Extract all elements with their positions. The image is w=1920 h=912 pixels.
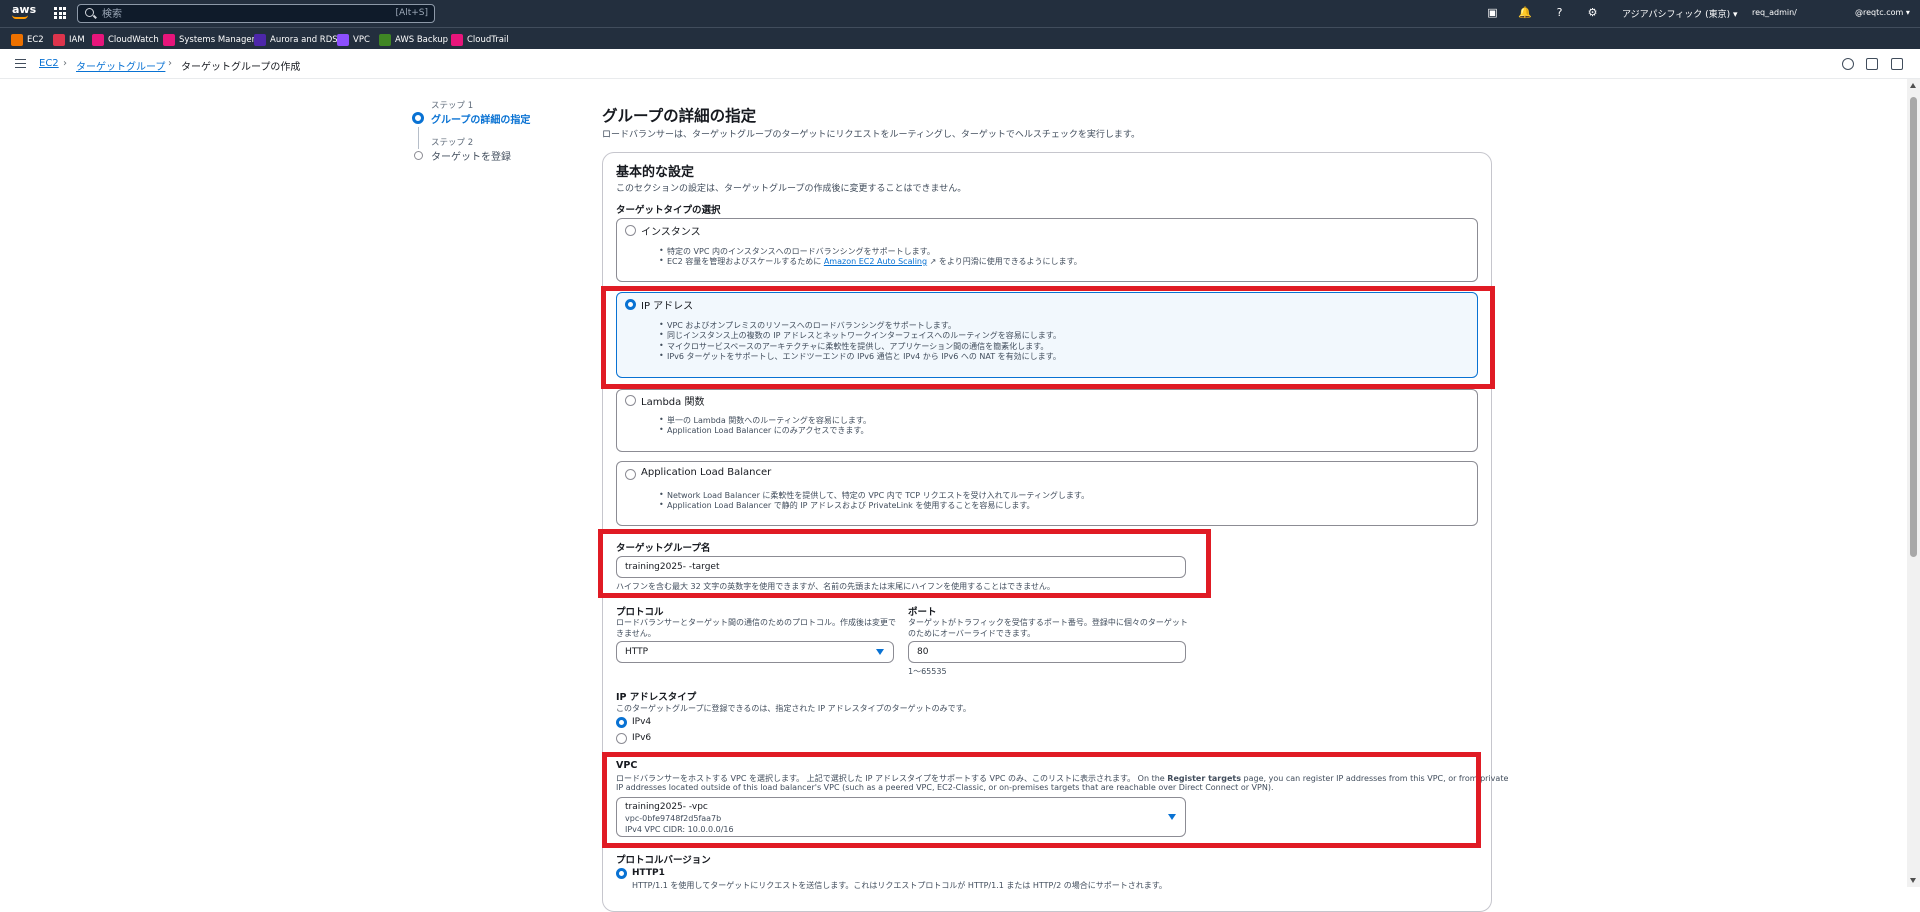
radio-ipv4[interactable] bbox=[616, 717, 627, 728]
protocol-version-label: プロトコルバージョン bbox=[616, 855, 711, 866]
favorite-aurora-rds[interactable]: Aurora and RDS bbox=[254, 33, 338, 46]
instances-title: インスタンス bbox=[641, 227, 701, 238]
page-description: ロードバランサーは、ターゲットグループのターゲットにリクエストをルーティングし、… bbox=[602, 130, 1141, 140]
favorite-cloudtrail[interactable]: CloudTrail bbox=[451, 33, 509, 46]
target-type-label: ターゲットタイプの選択 bbox=[616, 205, 721, 216]
scrollbar-thumb[interactable] bbox=[1910, 97, 1917, 557]
chevron-right-icon: › bbox=[168, 58, 172, 69]
radio-http1[interactable] bbox=[616, 868, 627, 879]
notifications-icon[interactable]: 🔔 bbox=[1518, 6, 1532, 19]
lambda-bullet: Application Load Balancer にのみアクセスできます。 bbox=[659, 425, 868, 436]
region-selector[interactable]: アジアパシフィック (東京) ▾ bbox=[1622, 7, 1738, 20]
systems-manager-icon bbox=[163, 33, 175, 46]
search-shortcut: [Alt+S] bbox=[395, 8, 428, 18]
auto-scaling-link[interactable]: Amazon EC2 Auto Scaling bbox=[824, 257, 927, 266]
menu-icon[interactable] bbox=[15, 59, 26, 68]
breadcrumb-current: ターゲットグループの作成 bbox=[181, 62, 301, 73]
chevron-down-icon[interactable] bbox=[876, 649, 884, 655]
step-1-title[interactable]: グループの詳細の指定 bbox=[431, 111, 530, 126]
alb-bullet: Application Load Balancer で静的 IP アドレスおよび… bbox=[659, 500, 1035, 511]
radio-instances[interactable] bbox=[625, 225, 636, 236]
protocol-label: プロトコル bbox=[616, 607, 664, 618]
scroll-up-icon[interactable] bbox=[1910, 83, 1916, 88]
protocol-select[interactable]: HTTP bbox=[616, 641, 894, 663]
rds-icon bbox=[254, 33, 266, 46]
port-input[interactable]: 80 bbox=[908, 641, 1186, 663]
favorite-vpc[interactable]: VPC bbox=[337, 33, 370, 46]
services-menu-icon[interactable] bbox=[54, 7, 66, 19]
cloudshell-icon[interactable]: ▣ bbox=[1486, 6, 1499, 19]
ec2-icon bbox=[11, 33, 23, 46]
favorite-ec2[interactable]: EC2 bbox=[11, 33, 44, 46]
instances-bullet: EC2 容量を管理およびスケールするために Amazon EC2 Auto Sc… bbox=[659, 256, 1082, 267]
protocol-description: ロードバランサーとターゲット間の通信のためのプロトコル。作成後は変更できません。 bbox=[616, 618, 896, 638]
scrollbar[interactable] bbox=[1907, 79, 1920, 887]
scroll-down-icon[interactable] bbox=[1910, 878, 1916, 883]
settings-icon[interactable]: ⚙ bbox=[1586, 6, 1599, 19]
radio-lambda[interactable] bbox=[625, 395, 636, 406]
ipv6-label[interactable]: IPv6 bbox=[632, 733, 651, 743]
favorite-aws-backup[interactable]: AWS Backup bbox=[379, 33, 448, 46]
search-icon bbox=[85, 8, 94, 17]
chevron-right-icon: › bbox=[63, 58, 67, 69]
ip-type-description: このターゲットグループに登録できるのは、指定された IP アドレスタイプのターゲ… bbox=[616, 704, 971, 713]
ip-type-label: IP アドレスタイプ bbox=[616, 692, 697, 703]
highlight-box bbox=[602, 752, 1481, 848]
external-link-icon: ↗ bbox=[929, 257, 937, 266]
favorites-bar: EC2 IAM CloudWatch Systems Manager Auror… bbox=[0, 27, 1920, 49]
vpc-icon bbox=[337, 33, 349, 46]
port-range: 1〜65535 bbox=[908, 667, 947, 676]
step-2-title: ターゲットを登録 bbox=[431, 152, 511, 163]
cloudtrail-icon bbox=[451, 33, 463, 46]
basic-settings-title: 基本的な設定 bbox=[616, 165, 695, 180]
ipv4-label[interactable]: IPv4 bbox=[632, 717, 651, 727]
highlight-box bbox=[601, 286, 1495, 389]
account-menu[interactable]: @reqtc.com ▾ bbox=[1855, 8, 1910, 17]
favorite-iam[interactable]: IAM bbox=[53, 33, 85, 46]
step-2-indicator bbox=[414, 151, 423, 160]
port-description: ターゲットがトラフィックを受信するポート番号。登録中に個々のターゲットのためにオ… bbox=[908, 618, 1188, 638]
alb-title: Application Load Balancer bbox=[641, 467, 772, 478]
favorite-systems-manager[interactable]: Systems Manager bbox=[163, 33, 255, 46]
step-1-number: ステップ 1 bbox=[431, 101, 474, 111]
http1-description: HTTP/1.1 を使用してターゲットにリクエストを送信します。これはリクエスト… bbox=[632, 881, 1167, 890]
layout-icon[interactable] bbox=[1891, 58, 1903, 70]
radio-alb[interactable] bbox=[625, 469, 636, 480]
cloudwatch-icon bbox=[92, 33, 104, 46]
basic-settings-description: このセクションの設定は、ターゲットグループの作成後に変更することはできません。 bbox=[616, 184, 967, 194]
radio-ipv6[interactable] bbox=[616, 733, 627, 744]
lambda-title: Lambda 関数 bbox=[641, 397, 705, 408]
top-navigation: aws [Alt+S] ▣ 🔔 ? ⚙ アジアパシフィック (東京) ▾ req… bbox=[0, 0, 1920, 27]
user-name[interactable]: req_admin/ bbox=[1752, 8, 1797, 17]
port-label: ポート bbox=[908, 607, 937, 618]
step-connector bbox=[418, 127, 419, 149]
breadcrumb-ec2[interactable]: EC2 bbox=[39, 58, 59, 69]
aws-logo[interactable]: aws bbox=[12, 4, 36, 19]
breadcrumb-bar: EC2 › ターゲットグループ › ターゲットグループの作成 bbox=[0, 50, 1920, 79]
page-title: グループの詳細の指定 bbox=[602, 107, 757, 125]
clock-icon[interactable] bbox=[1842, 58, 1854, 70]
search-input[interactable] bbox=[102, 6, 352, 22]
backup-icon bbox=[379, 33, 391, 46]
highlight-box bbox=[598, 529, 1211, 598]
step-1-indicator bbox=[412, 112, 424, 124]
breadcrumb-target-groups[interactable]: ターゲットグループ bbox=[76, 58, 165, 73]
http1-label[interactable]: HTTP1 bbox=[632, 868, 665, 878]
panel-icon[interactable] bbox=[1866, 58, 1878, 70]
search-box[interactable]: [Alt+S] bbox=[77, 4, 435, 23]
help-icon[interactable]: ? bbox=[1553, 6, 1566, 19]
iam-icon bbox=[53, 33, 65, 46]
favorite-cloudwatch[interactable]: CloudWatch bbox=[92, 33, 159, 46]
step-2-number: ステップ 2 bbox=[431, 138, 474, 148]
